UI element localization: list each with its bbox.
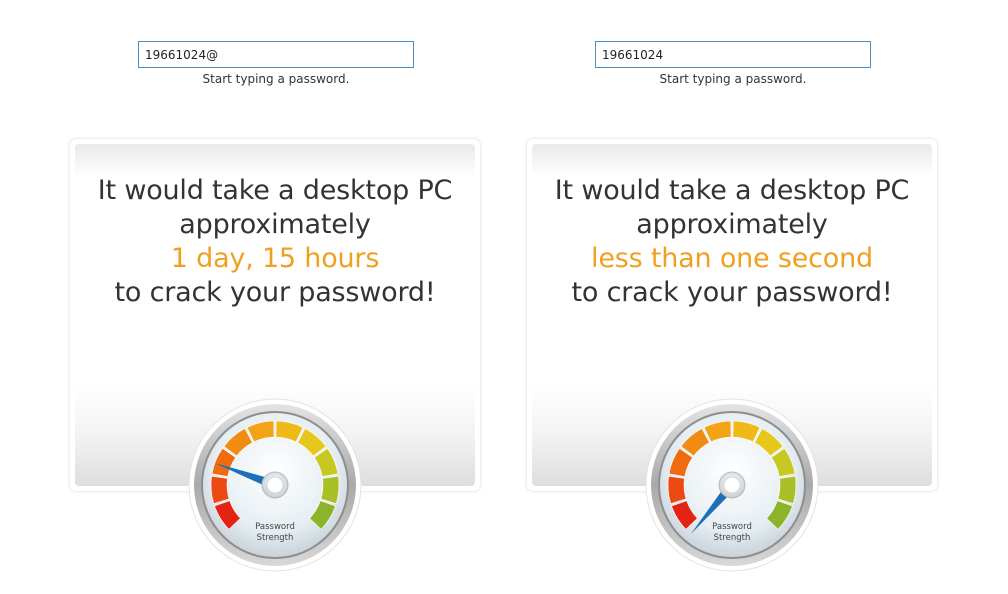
message-line-4: to crack your password! bbox=[571, 277, 893, 308]
message-line-2: approximately bbox=[636, 209, 828, 240]
password-strength-gauge: Password Strength bbox=[645, 398, 819, 572]
gauge-hub-center bbox=[266, 476, 284, 494]
gauge-label-password: Password bbox=[712, 522, 752, 532]
message-line-4: to crack your password! bbox=[114, 277, 436, 308]
crack-time-message: It would take a desktop PC approximately… bbox=[70, 174, 480, 310]
gauge-segment bbox=[777, 475, 797, 504]
gauge-label-strength: Strength bbox=[714, 533, 751, 543]
crack-time-message: It would take a desktop PC approximately… bbox=[527, 174, 937, 310]
message-line-1: It would take a desktop PC bbox=[554, 175, 910, 206]
gauge-label-password: Password bbox=[255, 522, 295, 532]
left-panel: Start typing a password. It would take a… bbox=[70, 0, 480, 594]
gauge-segment bbox=[667, 475, 687, 504]
password-hint: Start typing a password. bbox=[202, 72, 350, 86]
right-panel: Start typing a password. It would take a… bbox=[527, 0, 937, 594]
gauge-segment bbox=[320, 475, 340, 504]
gauge-segment bbox=[210, 475, 230, 504]
crack-time-value: 1 day, 15 hours bbox=[170, 243, 380, 274]
password-input[interactable] bbox=[138, 41, 414, 68]
crack-time-value: less than one second bbox=[591, 243, 873, 274]
gauge-graphic: Password Strength bbox=[645, 398, 819, 572]
gauge-hub-center bbox=[723, 476, 741, 494]
gauge-graphic: Password Strength bbox=[188, 398, 362, 572]
message-line-1: It would take a desktop PC bbox=[97, 175, 453, 206]
password-strength-gauge: Password Strength bbox=[188, 398, 362, 572]
password-hint: Start typing a password. bbox=[659, 72, 807, 86]
gauge-label-strength: Strength bbox=[257, 533, 294, 543]
message-line-2: approximately bbox=[179, 209, 371, 240]
password-input[interactable] bbox=[595, 41, 871, 68]
